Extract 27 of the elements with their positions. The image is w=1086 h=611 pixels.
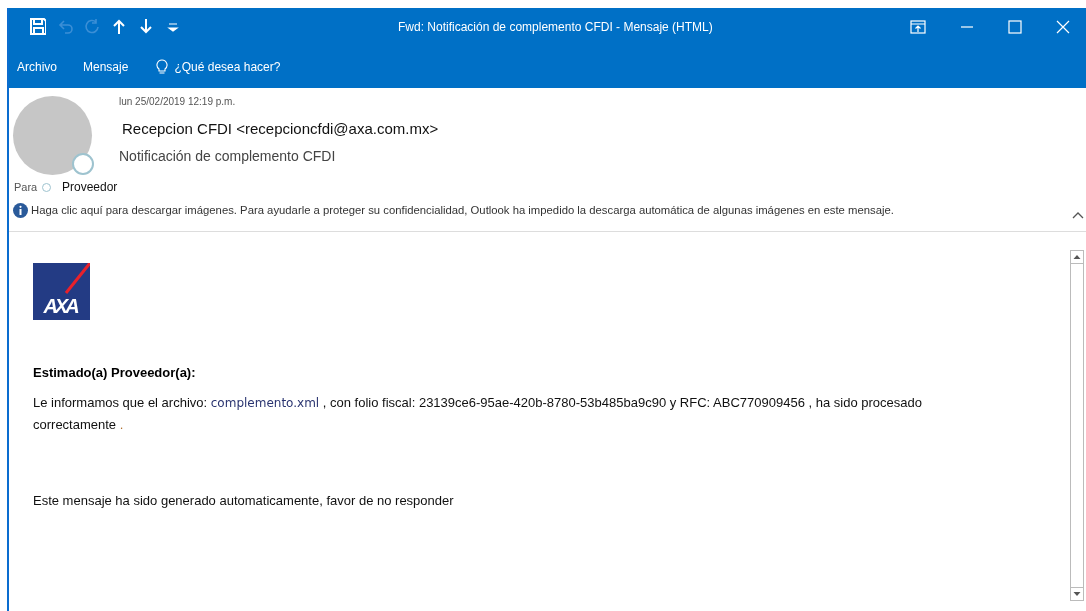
close-icon[interactable] — [1056, 19, 1070, 34]
menu-item[interactable]: Mensaje — [83, 59, 129, 74]
info-bar-text[interactable]: Haga clic aquí para descargar imágenes. Para ayudarle a proteger su confidencialidad, Outlook ha impedido la descarga automática de algunas imágenes en este mensaje. — [31, 204, 894, 216]
subject: Notificación de complemento CFDI — [119, 148, 337, 164]
scroll-up-icon[interactable] — [1070, 250, 1084, 264]
lightbulb-icon[interactable] — [156, 58, 169, 75]
footer-text: Este mensaje ha sido generado automaticamente, favor de no responder — [33, 492, 455, 510]
presence-icon — [72, 153, 94, 175]
tell-me-field[interactable]: ¿Qué desea hacer? — [174, 59, 281, 74]
up-arrow-icon[interactable] — [111, 18, 127, 35]
save-icon[interactable] — [30, 18, 46, 35]
scroll-down-icon[interactable] — [1070, 587, 1084, 601]
window-title: Fwd: Notificación de complemento CFDI - Mensaje (HTML) — [397, 19, 714, 34]
info-icon — [13, 202, 28, 218]
recipient[interactable]: Proveedor — [62, 180, 118, 194]
sender: Recepcion CFDI <recepcioncfdi@axa.com.mx> — [121, 120, 439, 139]
down-arrow-icon[interactable] — [138, 18, 154, 35]
maximize-icon[interactable] — [1008, 19, 1022, 34]
logo: AXA — [33, 263, 90, 320]
scrollbar[interactable] — [1070, 250, 1084, 601]
message-paragraph: Le informamos que el archivo: complemento.xml , con folio fiscal: 23139ce6-95ae-420b-8780-53b485ba9c90 y RFC: ABC770909456 , ha sido procesado correctamente . — [33, 394, 923, 434]
menu-item[interactable]: Archivo — [17, 59, 57, 74]
collapse-icon[interactable] — [1072, 211, 1084, 219]
greeting: Estimado(a) Proveedor(a): — [33, 365, 197, 380]
to-label: Para — [14, 181, 39, 193]
ribbon-display-icon[interactable] — [910, 19, 926, 34]
sent-date: lun 25/02/2019 12:19 p.m. — [119, 96, 237, 109]
